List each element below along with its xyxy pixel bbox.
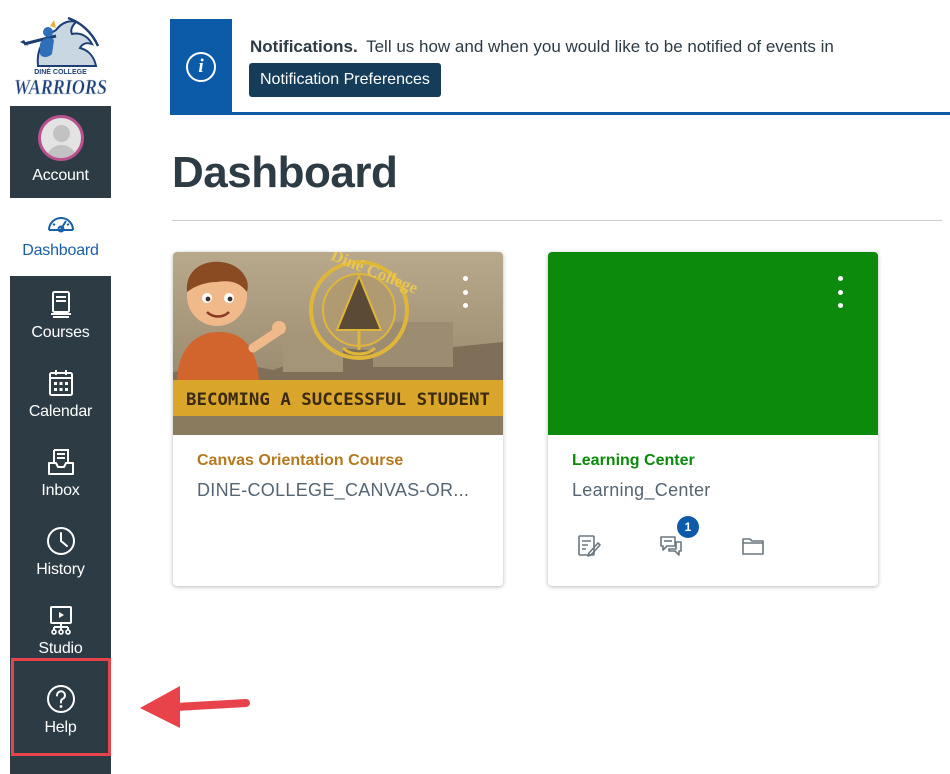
inbox-icon (45, 446, 77, 478)
speedometer-icon (45, 208, 77, 240)
course-card-name[interactable]: Learning Center (572, 452, 695, 470)
nav-item-history-label: History (36, 561, 85, 578)
logo-wordmark: WARRIORS (14, 75, 107, 99)
course-card-options-button[interactable] (455, 276, 475, 308)
user-avatar-icon (37, 115, 84, 161)
course-card-actions: 1 (572, 516, 832, 563)
nav-item-account-label: Account (32, 167, 89, 184)
courses-icon (45, 288, 77, 320)
notification-body: Tell us how and when you would like to b… (366, 37, 834, 56)
nav-item-studio-label: Studio (38, 640, 83, 657)
warriors-logo[interactable]: DINÉ COLLEGE WARRIORS (10, 14, 111, 102)
nav-item-courses[interactable]: Courses (10, 278, 111, 356)
unread-count-badge: 1 (677, 516, 699, 538)
course-card-code: DINE-COLLEGE_CANVAS-OR... (197, 480, 470, 500)
notification-title: Notifications. (250, 37, 358, 56)
course-hero-banner-text: BECOMING A SUCCESSFUL STUDENT (186, 390, 490, 410)
notification-message: Notifications. Tell us how and when you … (250, 37, 834, 57)
nav-item-dashboard-label: Dashboard (22, 242, 99, 259)
course-card-canvas-orientation[interactable]: Diné College BECOMING A SUCCESSFUL STUDE… (173, 252, 503, 586)
nav-item-calendar-label: Calendar (28, 403, 93, 420)
global-navigation: DINÉ COLLEGE WARRIORS Account Dashboard (10, 0, 111, 774)
discussions-icon[interactable] (658, 533, 688, 563)
clock-icon (45, 525, 77, 557)
nav-item-courses-label: Courses (31, 324, 90, 341)
nav-item-dashboard[interactable]: Dashboard (10, 200, 111, 278)
studio-icon (45, 604, 77, 636)
assignments-icon[interactable] (576, 533, 606, 563)
nav-item-studio[interactable]: Studio (10, 594, 111, 672)
page-title: Dashboard (172, 148, 398, 197)
nav-item-calendar[interactable]: Calendar (10, 357, 111, 435)
notification-banner: i Notifications. Tell us how and when yo… (170, 19, 950, 115)
course-card-image[interactable]: Diné College BECOMING A SUCCESSFUL STUDE… (173, 252, 503, 435)
course-card-options-button[interactable] (830, 276, 850, 308)
help-icon (45, 683, 77, 715)
nav-item-help-label: Help (44, 719, 77, 736)
course-card-code: Learning_Center (572, 480, 711, 500)
notification-icon-panel: i (170, 19, 232, 115)
files-icon[interactable] (740, 533, 770, 563)
nav-item-account[interactable]: Account (10, 106, 111, 198)
info-icon: i (186, 52, 216, 82)
canvas-lms-dashboard: DINÉ COLLEGE WARRIORS Account Dashboard (0, 0, 950, 774)
calendar-icon (45, 367, 77, 399)
nav-item-inbox[interactable]: Inbox (10, 436, 111, 514)
nav-item-inbox-label: Inbox (41, 482, 80, 499)
course-card-name[interactable]: Canvas Orientation Course (197, 452, 403, 470)
nav-item-history[interactable]: History (10, 515, 111, 593)
pointer-arrow-icon (140, 686, 250, 728)
notification-preferences-button[interactable]: Notification Preferences (249, 63, 441, 97)
course-card-color-header[interactable] (548, 252, 878, 435)
header-divider (172, 220, 942, 221)
course-card-learning-center[interactable]: Learning Center Learning_Center 1 (548, 252, 878, 586)
nav-item-help[interactable]: Help (10, 673, 111, 751)
